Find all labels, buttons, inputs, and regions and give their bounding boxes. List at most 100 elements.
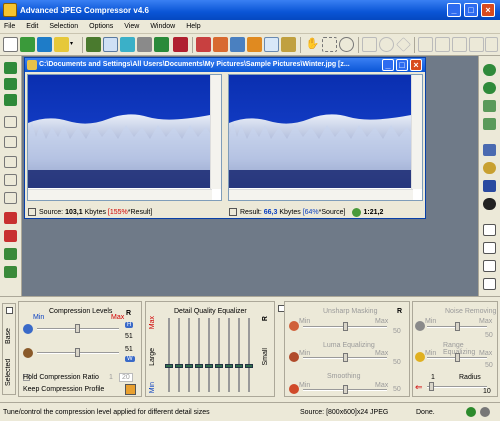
range-thumb[interactable] — [455, 353, 460, 362]
folder-dropdown-icon[interactable]: ▾ — [70, 37, 78, 52]
equalizer-band-thumb[interactable] — [205, 364, 213, 368]
noise-thumb[interactable] — [455, 322, 460, 331]
rect-tool-icon[interactable] — [362, 37, 377, 52]
panel-right-icon[interactable] — [483, 278, 496, 290]
folder-icon[interactable] — [54, 37, 69, 52]
thumbnails-icon[interactable] — [4, 266, 17, 278]
zoom-out-icon[interactable] — [483, 82, 496, 94]
equalizer-band-slider[interactable] — [175, 318, 183, 392]
radius-thumb[interactable] — [429, 382, 434, 391]
panel-bottom-icon[interactable] — [483, 242, 496, 254]
smoothing-slider[interactable] — [303, 385, 387, 394]
deselect-icon[interactable] — [435, 37, 450, 52]
copy-icon[interactable] — [196, 37, 211, 52]
new-icon[interactable] — [3, 37, 18, 52]
range-slider[interactable] — [427, 353, 487, 362]
equalizer-band-thumb[interactable] — [175, 364, 183, 368]
panel-left-icon[interactable] — [483, 260, 496, 272]
close-button[interactable]: × — [481, 3, 495, 17]
panel-top-icon[interactable] — [483, 224, 496, 236]
smoothing-thumb[interactable] — [343, 385, 348, 394]
menu-window[interactable]: Window — [150, 23, 175, 30]
preferences-icon[interactable] — [483, 198, 496, 210]
grid-icon[interactable] — [469, 37, 484, 52]
source-image-pane[interactable] — [27, 74, 222, 201]
menu-file[interactable]: File — [4, 23, 15, 30]
profile-icon[interactable] — [125, 384, 136, 395]
horizontal-split-icon[interactable] — [4, 156, 17, 168]
open-icon[interactable] — [20, 37, 35, 52]
layout-icon[interactable] — [485, 37, 498, 52]
navigator-icon[interactable] — [483, 180, 496, 192]
menu-help[interactable]: Help — [186, 23, 200, 30]
result-vertical-scrollbar[interactable] — [411, 75, 422, 189]
zoom-fit-icon[interactable] — [483, 100, 496, 112]
info-icon[interactable] — [281, 37, 296, 52]
noise-slider[interactable] — [427, 322, 487, 331]
unsharp-slider[interactable] — [303, 322, 387, 331]
arrange-icon[interactable] — [4, 62, 17, 74]
menu-selection[interactable]: Selection — [49, 23, 78, 30]
result-image-pane[interactable] — [228, 74, 423, 201]
equalizer-band-thumb[interactable] — [215, 364, 223, 368]
paste-icon[interactable] — [213, 37, 228, 52]
equalizer-band-thumb[interactable] — [185, 364, 193, 368]
compare-icon[interactable] — [4, 174, 17, 186]
zoom-window-icon[interactable] — [483, 144, 496, 156]
luminance-box-label[interactable]: H — [125, 322, 134, 328]
hand-icon[interactable]: ✋ — [305, 37, 320, 52]
equalizer-band-thumb[interactable] — [195, 364, 203, 368]
print-icon[interactable] — [137, 37, 152, 52]
equalizer-band-slider[interactable] — [205, 318, 213, 392]
magnifier-icon[interactable] — [483, 162, 496, 174]
luminance-compression-thumb[interactable] — [75, 324, 80, 333]
document-icon[interactable] — [103, 37, 118, 52]
radius-slider[interactable] — [427, 382, 487, 391]
maximize-button[interactable]: □ — [464, 3, 478, 17]
image-minimize-button[interactable]: _ — [382, 59, 394, 71]
invert-selection-icon[interactable] — [452, 37, 467, 52]
zoom-in-icon[interactable] — [483, 64, 496, 76]
equalizer-band-slider[interactable] — [215, 318, 223, 392]
source-horizontal-scrollbar[interactable] — [28, 189, 212, 200]
equalizer-band-slider[interactable] — [225, 318, 233, 392]
chrominance-compression-thumb[interactable] — [75, 348, 80, 357]
polygon-tool-icon[interactable] — [396, 37, 411, 52]
chrominance-compression-slider[interactable] — [37, 348, 119, 357]
equalizer-band-slider[interactable] — [185, 318, 193, 392]
menu-view[interactable]: View — [124, 23, 139, 30]
result-horizontal-scrollbar[interactable] — [229, 189, 413, 200]
vertical-split-icon[interactable] — [4, 136, 17, 148]
brush-icon[interactable] — [247, 37, 262, 52]
import-icon[interactable] — [86, 37, 101, 52]
equalizer-band-slider[interactable] — [245, 318, 253, 392]
hold-ratio-value-b[interactable]: 20 — [119, 373, 133, 382]
grid-view-icon[interactable] — [4, 248, 17, 260]
luminance-compression-slider[interactable] — [37, 324, 119, 333]
equalizer-band-slider[interactable] — [235, 318, 243, 392]
equalizer-band-slider[interactable] — [195, 318, 203, 392]
zoom-page-icon[interactable] — [264, 37, 279, 52]
equalizer-band-thumb[interactable] — [235, 364, 243, 368]
image-maximize-button[interactable]: □ — [396, 59, 408, 71]
ellipse-tool-icon[interactable] — [379, 37, 394, 52]
book-icon[interactable] — [173, 37, 188, 52]
equalizer-band-slider[interactable] — [165, 318, 173, 392]
dither-icon[interactable] — [4, 212, 17, 224]
export-icon[interactable] — [154, 37, 169, 52]
split-view-icon[interactable] — [4, 116, 17, 128]
filter-icon[interactable] — [4, 230, 17, 242]
image-close-button[interactable]: × — [410, 59, 422, 71]
menu-edit[interactable]: Edit — [26, 23, 38, 30]
tile-icon[interactable] — [4, 78, 17, 90]
equalizer-band-thumb[interactable] — [165, 364, 173, 368]
crop-icon[interactable] — [230, 37, 245, 52]
lasso-icon[interactable] — [339, 37, 354, 52]
chrominance-box-label[interactable]: W — [125, 356, 135, 362]
zoom-actual-icon[interactable] — [483, 118, 496, 130]
cascade-icon[interactable] — [4, 94, 17, 106]
select-all-icon[interactable] — [418, 37, 433, 52]
minimize-button[interactable]: _ — [447, 3, 461, 17]
luma-thumb[interactable] — [343, 353, 348, 362]
select-rect-icon[interactable] — [322, 37, 337, 52]
